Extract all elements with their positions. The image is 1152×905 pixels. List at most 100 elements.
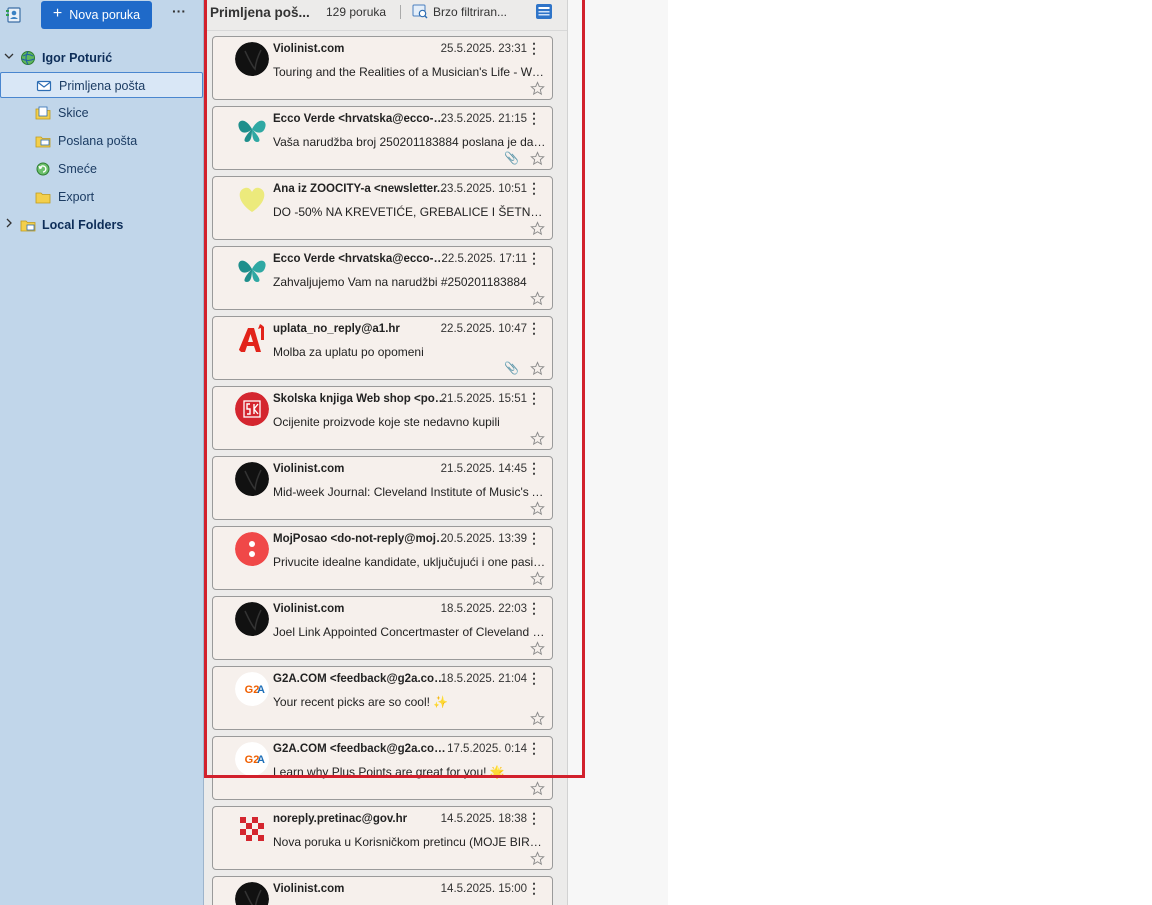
message-sender: MojPosao <do-not-reply@moj-...	[273, 533, 448, 545]
message-date: 23.5.2025. 21:15	[440, 113, 527, 125]
message-menu-icon[interactable]: ⋮	[527, 321, 541, 335]
svg-text:A: A	[257, 684, 265, 696]
quick-filter-input[interactable]: Brzo filtriran...	[433, 5, 507, 19]
message-date: 25.5.2025. 23:31	[440, 43, 527, 55]
message-subject: Learn why Plus Points are great for you!…	[273, 765, 505, 779]
sender-avatar	[235, 182, 269, 216]
star-icon[interactable]	[530, 361, 545, 376]
star-icon[interactable]	[530, 781, 545, 796]
message-subject: Vaša narudžba broj 250201183884 poslana …	[273, 135, 548, 149]
plus-icon: +	[52, 5, 63, 22]
folder-trash[interactable]: Smeće	[0, 156, 203, 182]
star-icon[interactable]	[530, 81, 545, 96]
message-card[interactable]: G2 A G2A.COM <feedback@g2a.com> 17.5.2025. …	[212, 736, 553, 800]
message-menu-icon[interactable]: ⋮	[527, 881, 541, 895]
message-sender: Školska knjiga Web shop <pod...	[273, 393, 448, 405]
star-icon[interactable]	[530, 641, 545, 656]
svg-text:A: A	[257, 754, 265, 766]
sender-avatar	[235, 532, 269, 566]
message-card[interactable]: G2 A G2A.COM <feedback@g2a.com> 18.5.2025. …	[212, 666, 553, 730]
message-card[interactable]: MojPosao <do-not-reply@moj-... 20.5.2025.…	[212, 526, 553, 590]
attachment-icon: 📎	[504, 361, 519, 375]
message-menu-icon[interactable]: ⋮	[527, 601, 541, 615]
more-options-button[interactable]: ···	[168, 4, 190, 24]
message-date: 23.5.2025. 10:51	[440, 183, 527, 195]
message-sender: Ecco Verde <hrvatska@ecco-ve...	[273, 253, 448, 265]
sender-avatar	[235, 322, 269, 356]
message-sender: Violinist.com	[273, 43, 345, 55]
sender-avatar	[235, 392, 269, 426]
address-book-icon[interactable]	[5, 6, 23, 24]
message-sender: Ecco Verde <hrvatska@ecco-ve...	[273, 113, 448, 125]
message-card[interactable]: Školska knjiga Web shop <pod... 21.5.2025…	[212, 386, 553, 450]
local-folders-icon	[20, 220, 36, 232]
top-toolbar: + Nova poruka ···	[0, 0, 203, 32]
sender-avatar	[235, 602, 269, 636]
message-card[interactable]: Ecco Verde <hrvatska@ecco-ve... 23.5.2025…	[212, 106, 553, 170]
message-date: 17.5.2025. 0:14	[447, 743, 527, 755]
star-icon[interactable]	[530, 151, 545, 166]
message-menu-icon[interactable]: ⋮	[527, 41, 541, 55]
message-menu-icon[interactable]: ⋮	[527, 741, 541, 755]
folder-icon	[35, 192, 51, 204]
sender-avatar: G2 A	[235, 742, 269, 776]
sender-avatar	[235, 42, 269, 76]
star-icon[interactable]	[530, 501, 545, 516]
account-row[interactable]: Igor Poturić	[0, 45, 203, 71]
message-date: 20.5.2025. 13:39	[440, 533, 527, 545]
message-card[interactable]: uplata_no_reply@a1.hr 22.5.2025. 10:47 ⋮ Mo…	[212, 316, 553, 380]
sender-avatar: G2 A	[235, 672, 269, 706]
star-icon[interactable]	[530, 431, 545, 446]
message-card[interactable]: Violinist.com 14.5.2025. 15:00 ⋮	[212, 876, 553, 905]
message-list-header: Primljena poš... 129 poruka Brzo filtrir…	[204, 0, 567, 31]
chevron-down-icon[interactable]	[4, 50, 14, 64]
star-icon[interactable]	[530, 221, 545, 236]
folder-sent[interactable]: Poslana pošta	[0, 128, 203, 154]
list-view-icon[interactable]	[535, 3, 553, 20]
star-icon[interactable]	[530, 851, 545, 866]
message-card[interactable]: Violinist.com 18.5.2025. 22:03 ⋮ Joel Link …	[212, 596, 553, 660]
quick-filter-icon[interactable]	[412, 3, 428, 19]
message-subject: Zahvaljujemo Vam na narudžbi #2502011838…	[273, 275, 527, 289]
message-date: 18.5.2025. 21:04	[440, 673, 527, 685]
account-globe-icon	[21, 51, 35, 65]
folder-label: Export	[58, 190, 95, 204]
message-menu-icon[interactable]: ⋮	[527, 811, 541, 825]
local-folders-row[interactable]: Local Folders	[0, 212, 203, 238]
message-menu-icon[interactable]: ⋮	[527, 181, 541, 195]
message-sender: G2A.COM <feedback@g2a.com>	[273, 673, 448, 685]
chevron-right-icon[interactable]	[4, 217, 14, 231]
divider	[400, 5, 401, 19]
message-card[interactable]: Violinist.com 25.5.2025. 23:31 ⋮ Touring an…	[212, 36, 553, 100]
folder-export[interactable]: Export	[0, 184, 203, 210]
current-folder-title: Primljena poš...	[210, 5, 310, 20]
sent-icon	[35, 136, 51, 148]
star-icon[interactable]	[530, 291, 545, 306]
message-date: 22.5.2025. 17:11	[441, 253, 527, 265]
star-icon[interactable]	[530, 711, 545, 726]
message-subject: Your recent picks are so cool! ✨	[273, 695, 449, 709]
message-sender: Ana iz ZOOCITY-a <newsletter...	[273, 183, 447, 195]
message-sender: G2A.COM <feedback@g2a.com>	[273, 743, 448, 755]
message-menu-icon[interactable]: ⋮	[527, 251, 541, 265]
message-count: 129 poruka	[326, 5, 387, 19]
message-card[interactable]: Violinist.com 21.5.2025. 14:45 ⋮ Mid-week J…	[212, 456, 553, 520]
message-menu-icon[interactable]: ⋮	[527, 391, 541, 405]
local-folders-label: Local Folders	[42, 218, 124, 232]
message-subject: Molba za uplatu po opomeni	[273, 345, 424, 359]
message-card[interactable]: Ana iz ZOOCITY-a <newsletter... 23.5.2025…	[212, 176, 553, 240]
message-card[interactable]: Ecco Verde <hrvatska@ecco-ve... 22.5.2025…	[212, 246, 553, 310]
sender-avatar	[235, 882, 269, 905]
message-subject: Mid-week Journal: Cleveland Institute of…	[273, 485, 548, 499]
message-menu-icon[interactable]: ⋮	[527, 111, 541, 125]
star-icon[interactable]	[530, 571, 545, 586]
folder-drafts[interactable]: Skice	[0, 100, 203, 126]
sender-avatar	[235, 112, 269, 146]
folder-inbox[interactable]: Primljena pošta	[0, 72, 203, 98]
trash-icon	[36, 162, 50, 176]
message-menu-icon[interactable]: ⋮	[527, 461, 541, 475]
message-menu-icon[interactable]: ⋮	[527, 671, 541, 685]
message-menu-icon[interactable]: ⋮	[527, 531, 541, 545]
message-card[interactable]: noreply.pretinac@gov.hr 14.5.2025. 18:38 ⋮…	[212, 806, 553, 870]
new-message-button[interactable]: + Nova poruka	[41, 1, 152, 29]
